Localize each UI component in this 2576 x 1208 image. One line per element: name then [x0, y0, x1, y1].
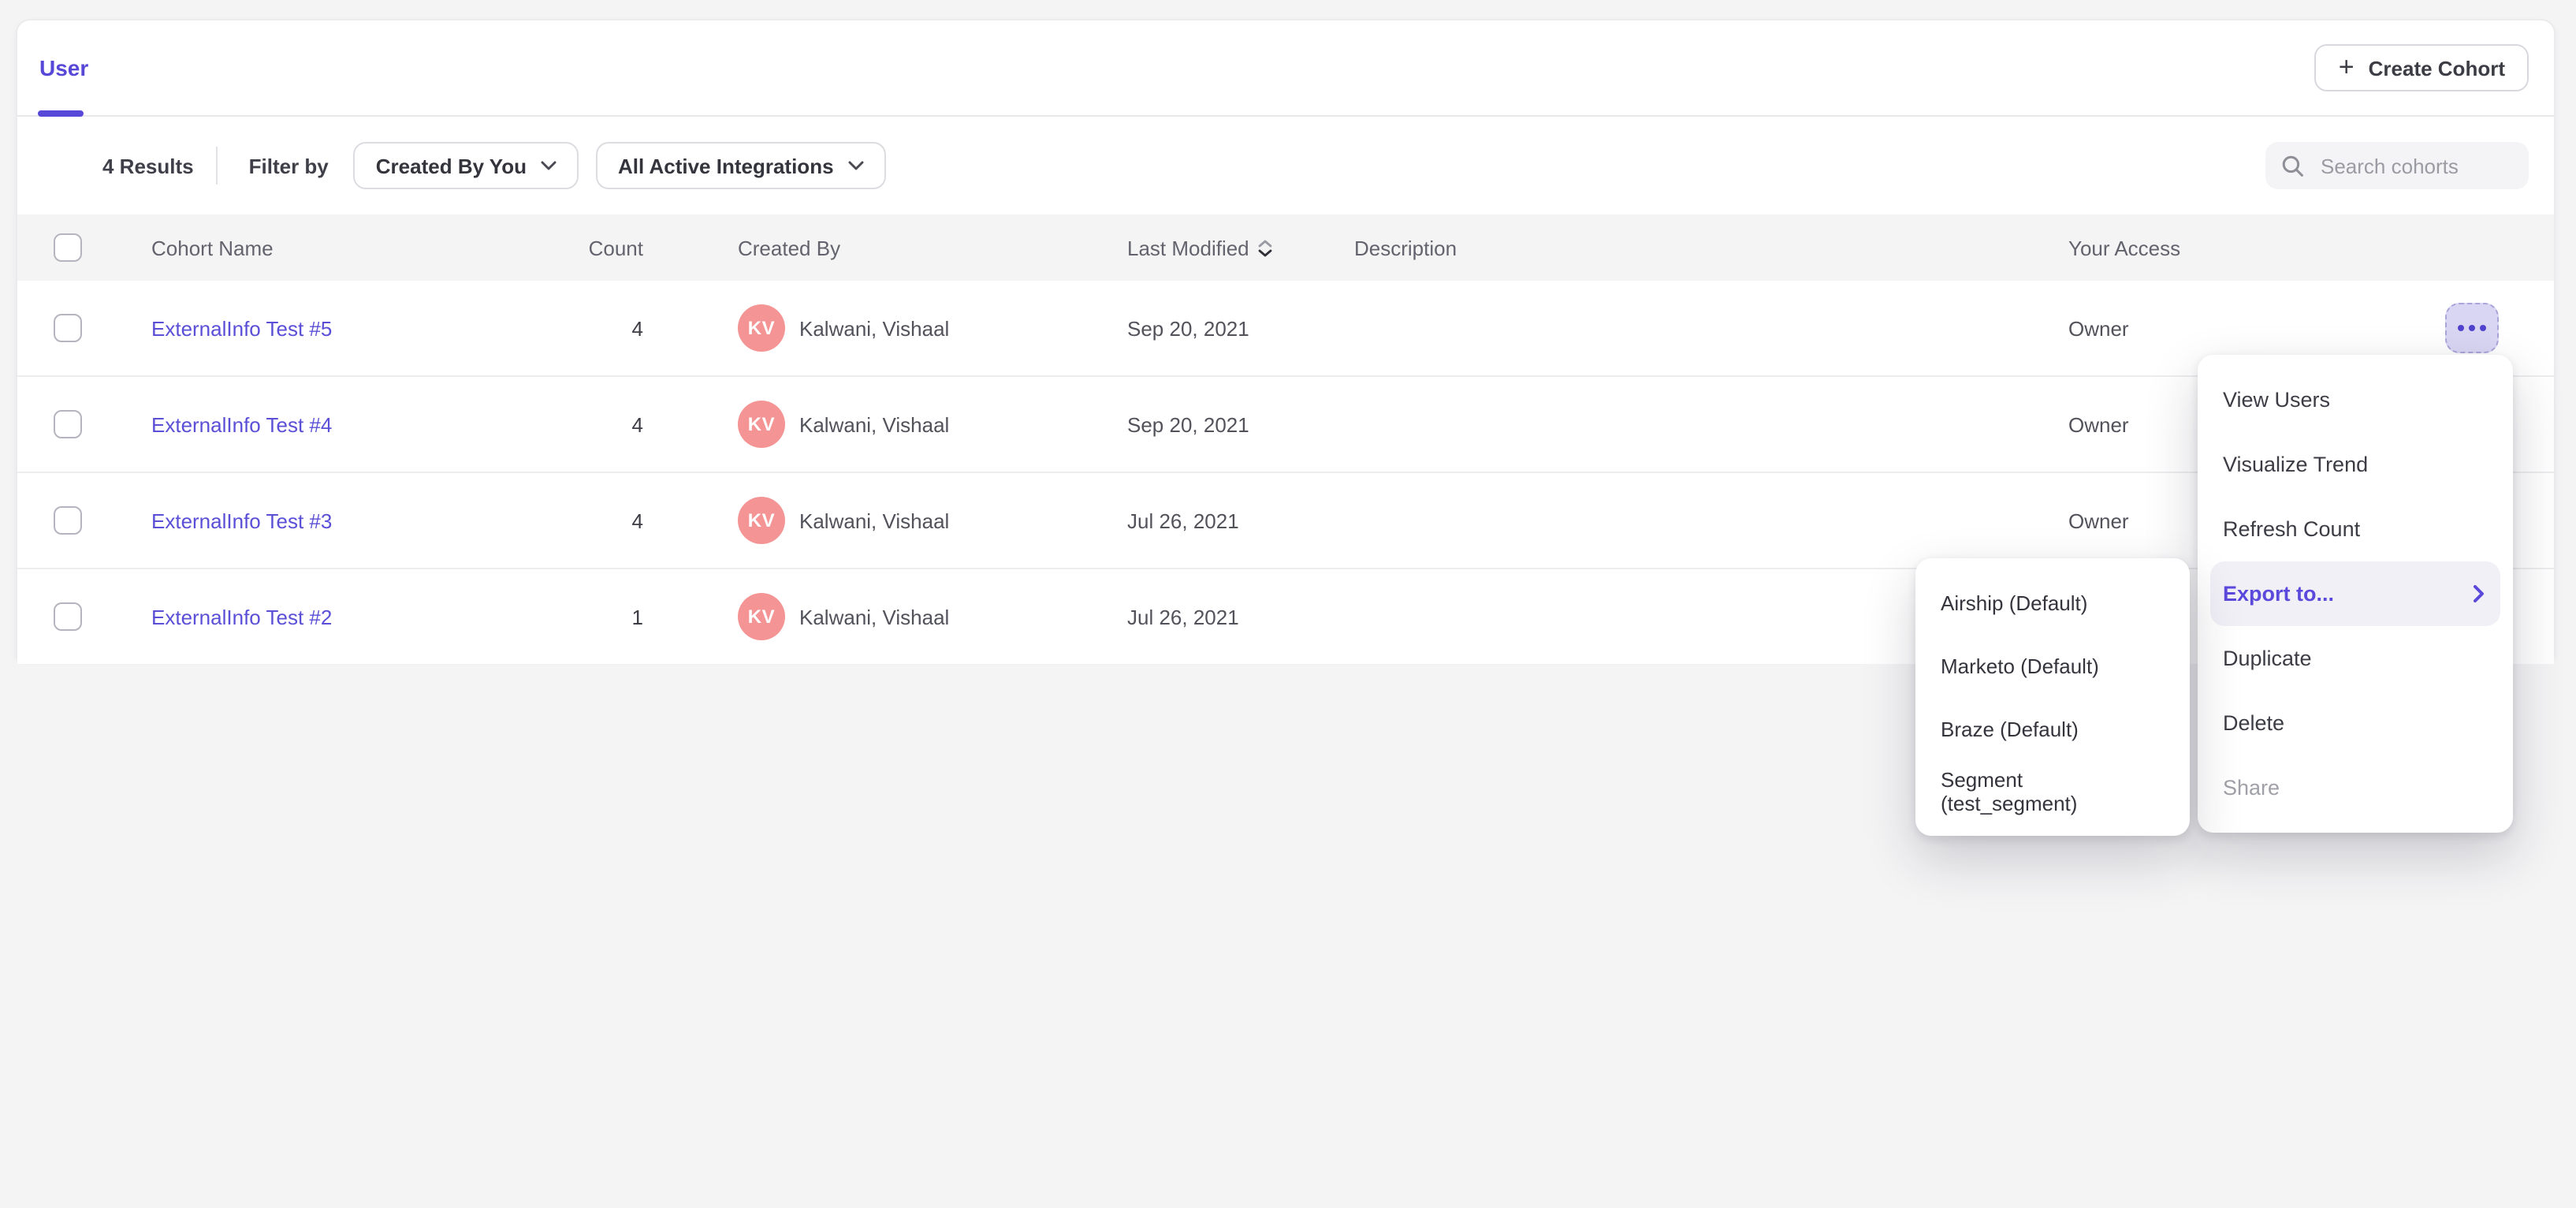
cohort-name-link[interactable]: ExternalInfo Test #4: [151, 412, 332, 436]
menu-item-view-users[interactable]: View Users: [2198, 367, 2513, 432]
active-tab-indicator: [38, 110, 84, 117]
row-checkbox[interactable]: [54, 602, 82, 631]
tab-strip: User + Create Cohort: [17, 21, 2554, 117]
ellipsis-icon: [2458, 325, 2464, 331]
creator-name: Kalwani, Vishaal: [799, 509, 949, 532]
create-cohort-button[interactable]: + Create Cohort: [2315, 44, 2529, 91]
column-header-your-access[interactable]: Your Access: [2068, 214, 2180, 281]
menu-item-delete[interactable]: Delete: [2198, 691, 2513, 755]
last-modified-date: Sep 20, 2021: [1127, 412, 1249, 436]
cohorts-page: User + Create Cohort 4 Results Filter by…: [0, 0, 2576, 1208]
creator-name: Kalwani, Vishaal: [799, 605, 949, 628]
tab-user-label: User: [39, 55, 88, 80]
table-header: Cohort Name Count Created By Last Modifi…: [17, 214, 2554, 281]
menu-item-export-to[interactable]: Export to...: [2210, 561, 2500, 626]
integrations-filter-label: All Active Integrations: [618, 154, 834, 177]
cohort-count: 4: [632, 509, 643, 532]
menu-item-duplicate[interactable]: Duplicate: [2198, 626, 2513, 691]
avatar: KV: [738, 593, 785, 640]
sort-icon[interactable]: [1259, 240, 1273, 257]
search-cohorts-box[interactable]: [2265, 142, 2529, 189]
export-to-label: Export to...: [2223, 582, 2334, 606]
submenu-item-segment[interactable]: Segment (test_segment): [1915, 760, 2190, 823]
avatar: KV: [738, 497, 785, 544]
avatar: KV: [738, 401, 785, 448]
submenu-item-marketo[interactable]: Marketo (Default): [1915, 634, 2190, 697]
submenu-item-airship[interactable]: Airship (Default): [1915, 571, 2190, 634]
export-submenu: Airship (Default) Marketo (Default) Braz…: [1915, 558, 2190, 836]
chevron-down-icon: [541, 161, 557, 170]
toolbar-divider: [216, 147, 218, 185]
last-modified-date: Jul 26, 2021: [1127, 605, 1239, 628]
menu-item-refresh-count[interactable]: Refresh Count: [2198, 497, 2513, 561]
tab-user[interactable]: User: [39, 21, 88, 115]
created-by-filter-dropdown[interactable]: Created By You: [354, 142, 579, 189]
filter-by-label: Filter by: [249, 154, 329, 177]
select-all-checkbox[interactable]: [54, 233, 82, 262]
column-header-cohort-name[interactable]: Cohort Name: [151, 214, 274, 281]
created-by-filter-label: Created By You: [376, 154, 527, 177]
table-row: ExternalInfo Test #4 4 KV Kalwani, Visha…: [17, 377, 2554, 473]
column-header-description[interactable]: Description: [1354, 214, 1457, 281]
access-level: Owner: [2068, 509, 2129, 532]
row-checkbox[interactable]: [54, 410, 82, 438]
last-modified-date: Jul 26, 2021: [1127, 509, 1239, 532]
results-count: 4 Results: [102, 154, 194, 177]
create-cohort-label: Create Cohort: [2369, 56, 2505, 80]
access-level: Owner: [2068, 316, 2129, 340]
plus-icon: +: [2339, 54, 2355, 80]
submenu-item-braze[interactable]: Braze (Default): [1915, 697, 2190, 760]
cohort-name-link[interactable]: ExternalInfo Test #5: [151, 316, 332, 340]
column-header-created-by[interactable]: Created By: [738, 214, 840, 281]
menu-item-share: Share: [2198, 755, 2513, 820]
row-actions-button[interactable]: [2445, 303, 2499, 353]
chevron-down-icon: [848, 161, 864, 170]
cohort-count: 1: [632, 605, 643, 628]
avatar: KV: [738, 304, 785, 352]
column-header-count[interactable]: Count: [475, 214, 643, 281]
menu-item-visualize-trend[interactable]: Visualize Trend: [2198, 432, 2513, 497]
search-icon: [2281, 154, 2305, 177]
table-row: ExternalInfo Test #5 4 KV Kalwani, Visha…: [17, 281, 2554, 377]
creator-name: Kalwani, Vishaal: [799, 316, 949, 340]
access-level: Owner: [2068, 412, 2129, 436]
cohort-name-link[interactable]: ExternalInfo Test #2: [151, 605, 332, 628]
last-modified-date: Sep 20, 2021: [1127, 316, 1249, 340]
search-input[interactable]: [2317, 152, 2513, 179]
row-checkbox[interactable]: [54, 506, 82, 535]
cohort-count: 4: [632, 316, 643, 340]
cohort-count: 4: [632, 412, 643, 436]
column-header-last-modified[interactable]: Last Modified: [1127, 214, 1273, 281]
row-checkbox[interactable]: [54, 314, 82, 342]
chevron-right-icon: [2474, 585, 2485, 602]
integrations-filter-dropdown[interactable]: All Active Integrations: [596, 142, 886, 189]
creator-name: Kalwani, Vishaal: [799, 412, 949, 436]
filter-toolbar: 4 Results Filter by Created By You All A…: [17, 117, 2554, 214]
table-row: ExternalInfo Test #3 4 KV Kalwani, Visha…: [17, 473, 2554, 569]
row-actions-menu: View Users Visualize Trend Refresh Count…: [2198, 355, 2513, 833]
cohort-name-link[interactable]: ExternalInfo Test #3: [151, 509, 332, 532]
